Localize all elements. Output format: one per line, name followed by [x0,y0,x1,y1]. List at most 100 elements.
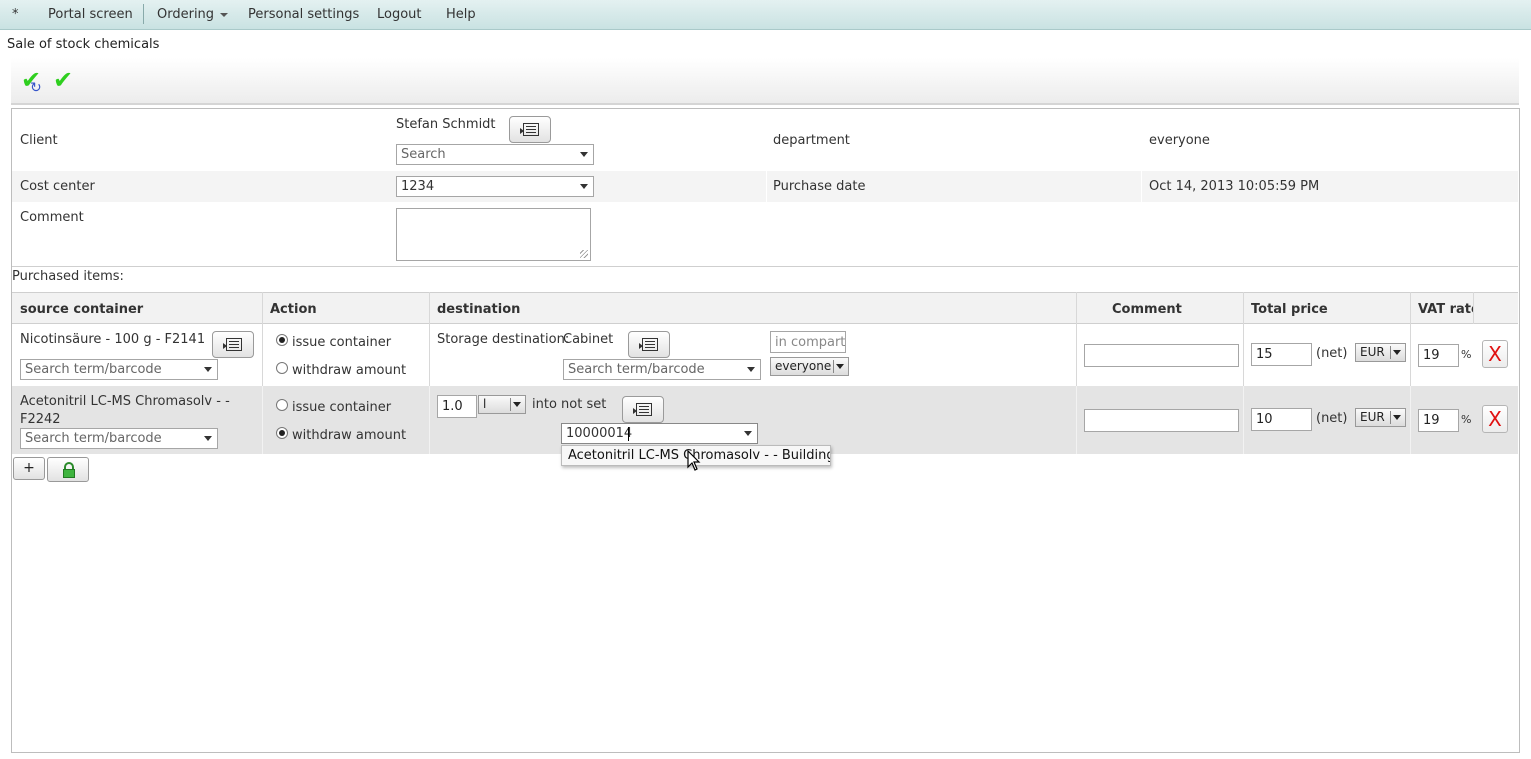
row1-group-select[interactable]: everyone [770,357,849,376]
menu-portal-screen[interactable]: Portal screen [48,7,133,22]
row2-destination-picker-button[interactable] [622,396,664,423]
resize-grip-icon[interactable] [580,250,588,258]
lock-icon [63,462,75,478]
chevron-down-icon[interactable] [836,364,844,369]
col-gap [766,171,767,202]
select-separator [1390,346,1391,359]
select-separator [510,398,511,411]
menu-logout[interactable]: Logout [377,7,422,22]
toolbar: ✔ ↻ ✔ [11,58,1519,105]
row1-delete-button[interactable]: X [1482,340,1508,368]
row1-withdraw-amount-label: withdraw amount [292,363,407,378]
col-divider [1076,386,1077,454]
row2-source-search[interactable]: Search term/barcode [20,428,218,449]
page-title: Sale of stock chemicals [7,37,160,52]
save-and-continue-icon[interactable]: ✔ ↻ [21,66,42,96]
header-source-container: source container [20,302,144,317]
row1-net-label: (net) [1316,346,1348,361]
row2-source-search-placeholder: Search term/barcode [25,431,162,446]
menu-personal-settings[interactable]: Personal settings [248,7,359,22]
row2-issue-container-radio[interactable] [276,399,288,411]
chevron-down-icon[interactable] [204,367,212,372]
row1-comment-input[interactable] [1084,344,1239,367]
cost-center-label: Cost center [20,179,95,194]
row2-price-input[interactable]: 10 [1251,408,1312,431]
chevron-down-icon[interactable] [513,402,521,407]
row1-vat-input[interactable]: 19 [1418,344,1459,367]
row2-withdraw-amount-radio[interactable] [276,427,288,439]
row1-source: Nicotinsäure - 100 g - F2141 [20,332,206,347]
menu-separator [143,4,144,24]
row2-amount-input[interactable]: 1.0 [437,395,477,418]
row2-currency-value: EUR [1360,410,1385,424]
mouse-pointer-icon [687,450,701,471]
close-icon: X [1488,407,1502,431]
comment-textarea[interactable] [396,208,591,261]
row1-storage-label: Storage destination: [437,332,570,347]
chevron-down-icon[interactable] [744,431,752,436]
col-gap [1141,171,1142,202]
row2-comment-input[interactable] [1084,409,1239,432]
row1-issue-container-label: issue container [292,335,392,350]
row2-withdraw-amount-label: withdraw amount [292,428,407,443]
header-total-price: Total price [1251,302,1328,317]
row1-storage-picker-button[interactable] [628,331,670,358]
row2-currency-select[interactable]: EUR [1355,408,1406,427]
lock-button[interactable] [47,457,89,482]
row2-into-label: into not set [532,397,607,412]
row1-compartment-input[interactable]: in compartment [770,331,846,353]
menu-ordering-label: Ordering [157,7,215,22]
row2-delete-button[interactable]: X [1482,405,1508,433]
row2-barcode-combo[interactable]: 10000014 [561,423,758,444]
client-search-combo[interactable]: Search [396,144,594,165]
col-divider [262,386,263,454]
row2-source: Acetonitril LC-MS Chromasolv - - F2242 [20,394,230,427]
row2-unit-select[interactable]: l [478,395,526,414]
department-label: department [773,133,850,148]
save-check-icon[interactable]: ✔ [53,66,73,94]
row2-barcode-value: 10000014 [566,426,633,441]
chevron-down-icon[interactable] [580,152,588,157]
select-separator [1390,411,1391,424]
row1-price-input[interactable]: 15 [1251,343,1312,366]
chevron-down-icon[interactable] [1393,415,1401,420]
row1-withdraw-amount-radio[interactable] [276,362,288,374]
cost-center-combo[interactable]: 1234 [396,176,594,197]
cost-center-value: 1234 [401,179,435,194]
row1-pct-label: % [1461,348,1472,361]
row1-storage-search[interactable]: Search term/barcode [563,359,761,380]
items-table-header: source container Action destination Comm… [12,292,1518,324]
department-value: everyone [1149,133,1210,148]
row1-storage-search-placeholder: Search term/barcode [568,362,705,377]
row1-source-picker-button[interactable] [212,331,254,358]
menu-star[interactable]: * [12,7,19,22]
row2-vat-input[interactable]: 19 [1418,409,1459,432]
col-divider [429,386,430,454]
header-destination: destination [437,302,521,317]
client-picker-button[interactable] [509,116,551,143]
chevron-down-icon[interactable] [1393,350,1401,355]
add-item-button[interactable]: + [13,457,45,480]
purchase-date-label: Purchase date [773,179,866,194]
chevron-down-icon[interactable] [204,436,212,441]
col-divider [1243,386,1244,454]
chevron-down-icon[interactable] [747,367,755,372]
row1-storage-value: Cabinet [563,332,614,347]
row1-group-value: everyone [775,359,832,373]
row1-currency-select[interactable]: EUR [1355,343,1406,362]
menu-help[interactable]: Help [446,7,476,22]
menu-ordering[interactable]: Ordering [157,7,229,22]
text-caret [628,427,629,441]
purchase-date-value: Oct 14, 2013 10:05:59 PM [1149,179,1320,194]
row1-source-search[interactable]: Search term/barcode [20,359,218,380]
client-label: Client [20,133,58,148]
chevron-down-icon[interactable] [580,184,588,189]
col-divider [1473,292,1474,324]
list-picker-icon [639,338,658,351]
row2-net-label: (net) [1316,411,1348,426]
row1-currency-value: EUR [1360,345,1385,359]
menu-bar: * Portal screen Ordering Personal settin… [0,0,1531,30]
row1-issue-container-radio[interactable] [276,334,288,346]
row1-source-search-placeholder: Search term/barcode [25,362,162,377]
row2-pct-label: % [1461,413,1472,426]
